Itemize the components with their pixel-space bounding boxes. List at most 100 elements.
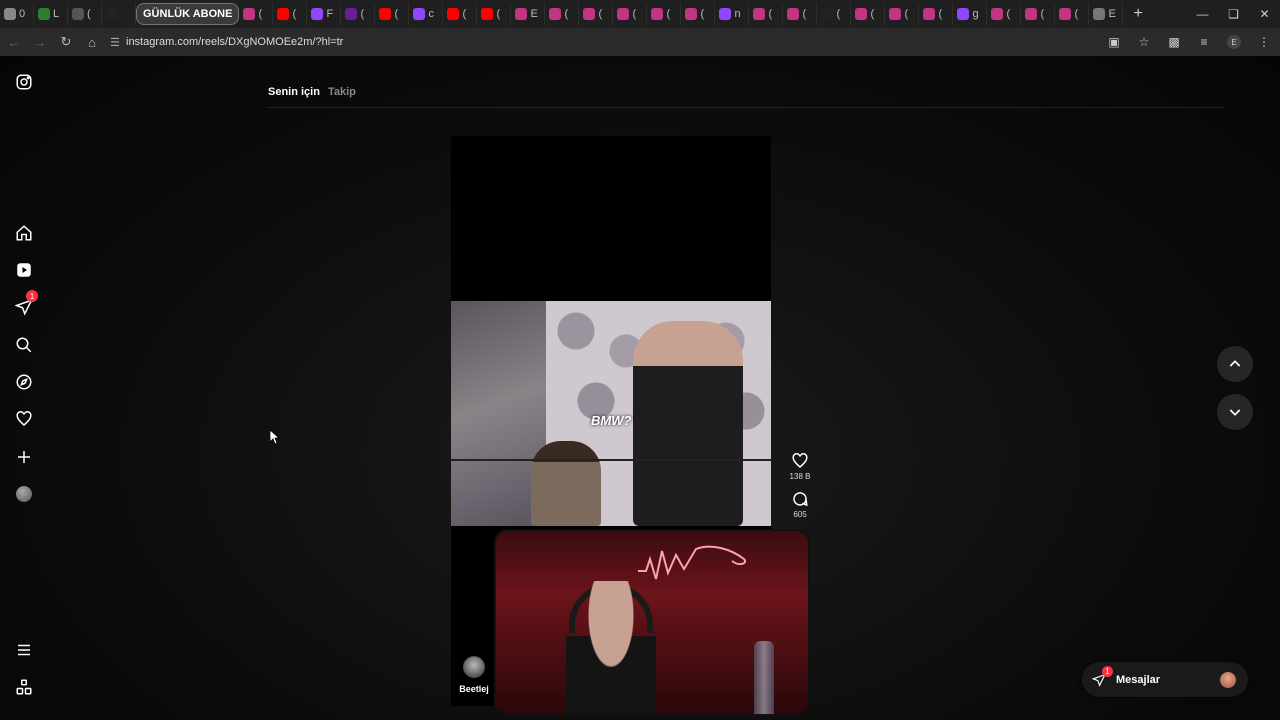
tab-label: ( — [360, 8, 365, 20]
browser-tab[interactable]: ( — [1055, 3, 1090, 25]
instagram-icon — [889, 8, 902, 20]
mouse-cursor-icon — [270, 430, 280, 444]
browser-tab[interactable]: ( — [375, 3, 410, 25]
tab-label: E — [1108, 8, 1116, 20]
explore-compass-icon[interactable] — [12, 370, 36, 394]
profile-nav-avatar[interactable] — [12, 482, 36, 506]
browser-tab[interactable]: ( — [647, 3, 682, 25]
reel-actions: 138 B 605 — [782, 452, 818, 528]
browser-tab[interactable]: ( — [477, 3, 512, 25]
site-info-icon[interactable]: ☰ — [104, 36, 126, 49]
browser-tab[interactable]: ( — [817, 3, 852, 25]
also-from-meta-icon[interactable] — [12, 675, 36, 699]
url-text[interactable]: instagram.com/reels/DXgNOMOEe2m/?hl=tr — [126, 36, 343, 48]
browser-tab[interactable]: E — [1089, 3, 1124, 25]
close-window-icon[interactable]: ✕ — [1249, 0, 1280, 28]
browser-tab[interactable]: ( — [545, 3, 580, 25]
browser-tab[interactable]: ( — [919, 3, 954, 25]
browser-tab[interactable]: ( — [749, 3, 784, 25]
instagram-icon — [787, 8, 800, 20]
browser-menu-icon[interactable]: ⋮ — [1252, 30, 1276, 54]
browser-tab[interactable]: ( — [239, 3, 274, 25]
home-nav-icon[interactable] — [12, 221, 36, 245]
forward-icon[interactable]: → — [28, 30, 52, 54]
browser-tab[interactable]: c — [409, 3, 444, 25]
reels-nav-icon[interactable] — [12, 258, 36, 282]
notifications-heart-icon[interactable] — [12, 407, 36, 431]
tab-label: ( — [394, 8, 399, 20]
like-action[interactable]: 138 B — [790, 452, 810, 481]
tab-favicon — [38, 8, 50, 20]
browser-tab[interactable]: ( — [885, 3, 920, 25]
profile-avatar[interactable]: E — [1227, 35, 1241, 49]
browser-tab[interactable]: E — [511, 3, 546, 25]
extensions-icon[interactable]: ▩ — [1162, 30, 1186, 54]
create-plus-icon[interactable] — [12, 445, 36, 469]
browser-tab[interactable]: ( — [579, 3, 614, 25]
tab-label: ( — [700, 8, 705, 20]
twitch-icon — [311, 8, 324, 20]
browser-tab[interactable]: ( — [68, 3, 102, 25]
home-icon[interactable]: ⌂ — [80, 30, 104, 54]
minimize-icon[interactable]: — — [1187, 0, 1218, 28]
more-menu-icon[interactable] — [12, 638, 36, 662]
previous-reel-button[interactable] — [1217, 346, 1253, 382]
video-person-left — [531, 441, 601, 526]
tab-label: ( — [1074, 8, 1079, 20]
browser-tab[interactable]: ( — [1021, 3, 1056, 25]
browser-tab[interactable]: F — [307, 3, 342, 25]
tab-label: E — [530, 8, 538, 20]
tab-following[interactable]: Takip — [328, 86, 356, 98]
like-heart-icon — [792, 453, 808, 468]
tab-label: g — [972, 8, 979, 20]
messages-button[interactable]: 1 Mesajlar — [1082, 662, 1248, 697]
install-app-icon[interactable]: ▣ — [1102, 30, 1126, 54]
next-reel-button[interactable] — [1217, 394, 1253, 430]
browser-tab[interactable]: ( — [273, 3, 308, 25]
messages-badge: 1 — [1102, 666, 1113, 677]
tab-label: ( — [768, 8, 773, 20]
window-controls: — ❑ ✕ — [1187, 0, 1280, 28]
author-avatar[interactable] — [463, 656, 485, 678]
instagram-icon — [923, 8, 936, 20]
browser-tab[interactable]: ( — [851, 3, 886, 25]
water-bottle — [754, 641, 774, 714]
reload-icon[interactable]: ↻ — [54, 30, 78, 54]
instagram-icon — [685, 8, 698, 20]
instagram-icon — [651, 8, 664, 20]
browser-tab[interactable]: ( — [681, 3, 716, 25]
browser-tab[interactable]: g — [953, 3, 988, 25]
messages-label: Mesajlar — [1116, 673, 1161, 686]
restore-icon[interactable]: ❑ — [1218, 0, 1249, 28]
tab-label: ( — [1040, 8, 1045, 20]
tab-for-you[interactable]: Senin için — [268, 86, 320, 98]
search-nav-icon[interactable] — [12, 333, 36, 357]
instagram-icon — [855, 8, 868, 20]
browser-tab[interactable] — [102, 3, 136, 25]
bookmark-star-icon[interactable]: ☆ — [1132, 30, 1156, 54]
browser-tab[interactable]: ( — [987, 3, 1022, 25]
instagram-icon — [1025, 8, 1038, 20]
author-name[interactable]: Beetlej — [459, 684, 489, 694]
reel-author[interactable]: Beetlej — [459, 656, 489, 694]
browser-tab[interactable]: ( — [341, 3, 376, 25]
instagram-logo-icon[interactable] — [12, 70, 36, 94]
tab-label: ( — [598, 8, 603, 20]
tab-label: ( — [258, 8, 263, 20]
loading-icon — [4, 8, 16, 20]
new-tab-button[interactable]: + — [1123, 5, 1152, 23]
comment-action[interactable]: 605 — [791, 490, 809, 519]
browser-tab[interactable]: n — [715, 3, 750, 25]
media-control-icon[interactable]: ≡ — [1192, 30, 1216, 54]
instagram-page: 1 Senin için Takip BMW? Beetlej 138 B 60… — [0, 56, 1280, 720]
browser-tab[interactable]: 0 — [0, 3, 34, 25]
tab-label: ( — [462, 8, 467, 20]
browser-tab[interactable]: ( — [443, 3, 478, 25]
browser-tab[interactable]: ( — [613, 3, 648, 25]
back-icon[interactable]: ← — [2, 30, 26, 54]
browser-tab[interactable]: ( — [783, 3, 818, 25]
address-bar[interactable]: ☰ instagram.com/reels/DXgNOMOEe2m/?hl=tr — [104, 31, 1164, 53]
direct-messages-nav-icon[interactable]: 1 — [12, 290, 38, 319]
browser-tab[interactable]: L — [34, 3, 68, 25]
browser-tab-active[interactable]: GÜNLÜK ABONE — [136, 3, 240, 25]
